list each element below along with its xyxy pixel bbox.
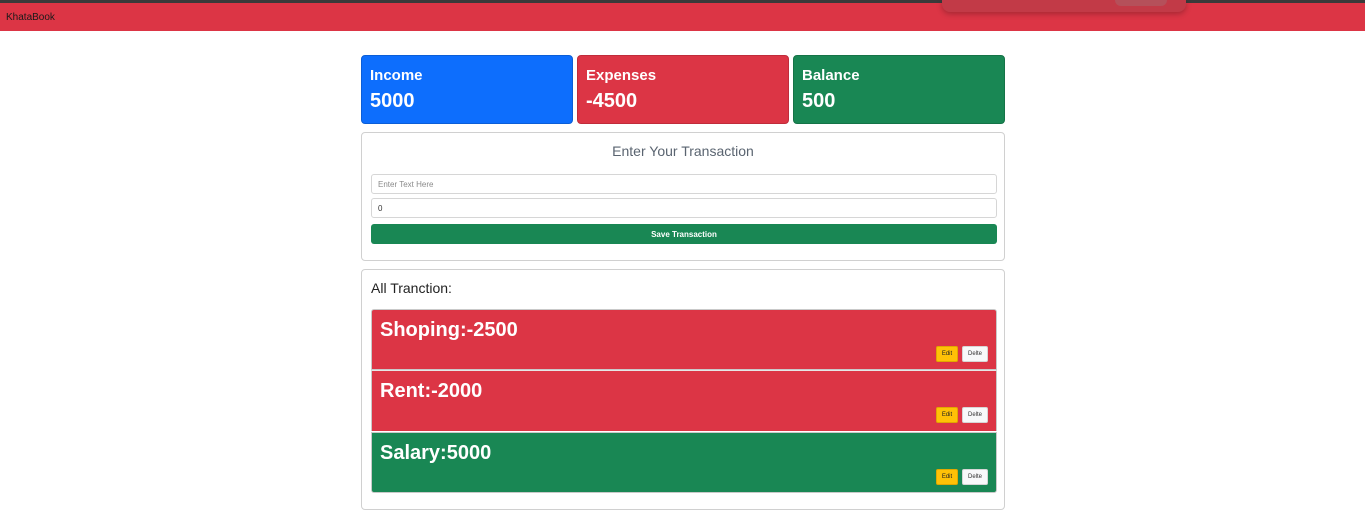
- transaction-label: Shoping:-2500: [380, 319, 518, 341]
- navbar-brand[interactable]: KhataBook: [6, 12, 55, 23]
- delete-button[interactable]: Delte: [962, 469, 988, 485]
- expenses-card: Expenses -4500: [577, 55, 789, 124]
- expenses-value: -4500: [586, 90, 638, 112]
- edit-button[interactable]: Edit: [936, 346, 958, 362]
- income-card: Income 5000: [361, 55, 573, 124]
- list-title: All Tranction:: [371, 280, 452, 296]
- transaction-label: Rent:-2000: [380, 380, 483, 402]
- transaction-item: Salary:5000 Edit Delte: [371, 432, 997, 493]
- balance-label: Balance: [802, 67, 860, 84]
- expenses-label: Expenses: [586, 67, 657, 84]
- balance-value: 500: [802, 90, 836, 112]
- edit-button[interactable]: Edit: [936, 469, 958, 485]
- edit-button[interactable]: Edit: [936, 407, 958, 423]
- transaction-list: All Tranction: Shoping:-2500 Edit Delte …: [361, 269, 1005, 510]
- delete-button[interactable]: Delte: [962, 346, 988, 362]
- floating-toolbar-button[interactable]: [1115, 0, 1167, 6]
- transaction-amount-input[interactable]: [371, 198, 997, 218]
- transaction-item: Shoping:-2500 Edit Delte: [371, 309, 997, 370]
- save-transaction-button[interactable]: Save Transaction: [371, 224, 997, 244]
- transaction-text-input[interactable]: [371, 174, 997, 194]
- transaction-item: Rent:-2000 Edit Delte: [371, 370, 997, 431]
- transaction-label: Salary:5000: [380, 442, 492, 464]
- income-value: 5000: [370, 90, 415, 112]
- income-label: Income: [370, 67, 423, 84]
- delete-button[interactable]: Delte: [962, 407, 988, 423]
- form-title: Enter Your Transaction: [612, 143, 754, 159]
- transaction-form: Enter Your Transaction Save Transaction: [361, 132, 1005, 261]
- balance-card: Balance 500: [793, 55, 1005, 124]
